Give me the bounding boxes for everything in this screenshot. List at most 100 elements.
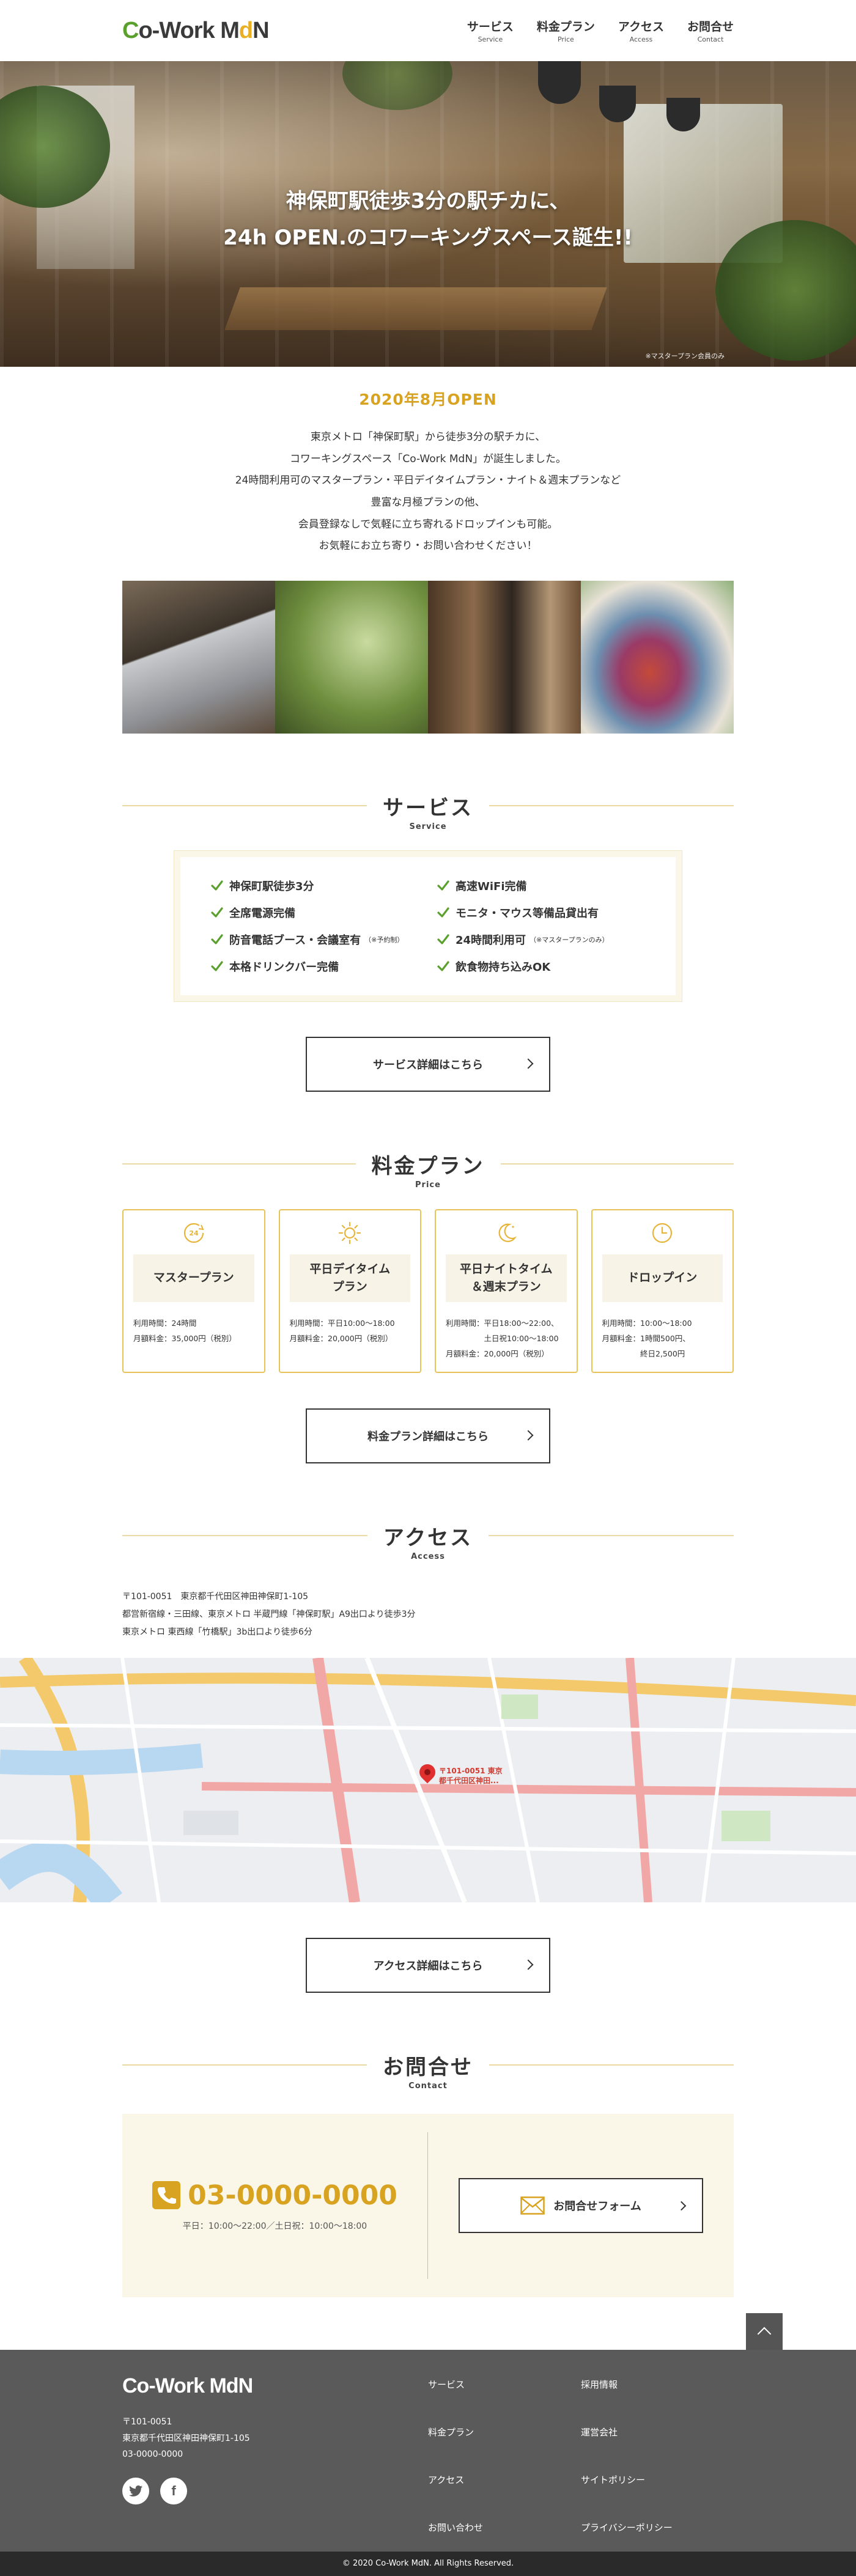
service-item: 24時間利用可 （※マスタープランのみ） [437, 932, 645, 948]
intro-line: お気軽にお立ち寄り・お問い合わせください！ [319, 540, 537, 553]
footer-link[interactable]: お問い合わせ [428, 2521, 581, 2552]
intro-line: 東京メトロ「神保町駅」から徒歩3分の駅チカに、 [310, 431, 546, 443]
address-line: 都営新宿線・三田線、東京メトロ 半蔵門線「神保町駅」A9出口より徒歩3分 [122, 1609, 416, 1619]
footer-tel: 03-0000-0000 [122, 2449, 183, 2460]
plan-detail: 利用時間：10:00〜18:00 月額料金：1時間500円、 終日2,500円 [602, 1319, 692, 1359]
service-item-text: 高速WiFi完備 [456, 880, 527, 894]
logo-text-part: o-Work M [138, 17, 239, 43]
contact-heading-en: Contact [408, 2081, 448, 2091]
service-item: 高速WiFi完備 [437, 878, 645, 894]
contact-form-area: お問合せフォーム [428, 2178, 734, 2234]
contact-section: お問合せ Contact 03-0000-0000 平日：10:00〜22:00… [122, 2050, 734, 2298]
nav-label: お問合せ [687, 20, 734, 34]
map-pin-label-line: 都千代田区神田... [439, 1776, 499, 1785]
service-item: 本格ドリンクバー完備 [211, 959, 419, 974]
check-icon [437, 934, 449, 944]
hero-note: ※マスタープラン会員のみ [645, 352, 725, 360]
plan-card: ドロップイン 利用時間：10:00〜18:00 月額料金：1時間500円、 終日… [591, 1209, 734, 1374]
chevron-right-icon [523, 1058, 534, 1069]
global-nav: サービス Service 料金プラン Price アクセス Access お問合せ Conta… [467, 18, 734, 43]
plan-name-line: ドロップイン [627, 1271, 698, 1285]
open-title: 2020年8月OPEN [359, 391, 497, 408]
photo-interior [428, 581, 581, 734]
sns-links: f [122, 2477, 428, 2504]
contact-form-label: お問合せフォーム [553, 2200, 641, 2214]
intro-line: 豊富な月極プランの他、 [371, 496, 485, 509]
check-icon [211, 907, 223, 918]
access-heading-en: Access [411, 1552, 445, 1562]
nav-label-en: Price [557, 35, 574, 43]
footer-link[interactable]: 運営会社 [581, 2426, 734, 2456]
footer-logo[interactable]: Co-Work MdN [122, 2374, 428, 2398]
check-icon [211, 934, 223, 944]
check-icon [437, 961, 449, 971]
plan-list: 24 マスタープラン 利用時間：24時間 月額料金：35,000円（税別） 平日… [122, 1209, 734, 1374]
footer-links: サービス 採用情報 料金プラン 運営会社 アクセス サイトポリシー お問い合わせ プライバシー… [428, 2374, 734, 2552]
footer-link[interactable]: サービス [428, 2378, 581, 2409]
access-detail-label: アクセス詳細はこちら [373, 1960, 483, 1973]
map-pin-label-line: 〒101-0051 東京 [439, 1767, 503, 1776]
footer-link[interactable]: アクセス [428, 2473, 581, 2504]
site-footer: Co-Work MdN 〒101-0051 東京都千代田区神田神保町1-105 … [0, 2313, 856, 2576]
section-heading: 料金プラン Price [122, 1149, 734, 1190]
nav-item-service[interactable]: サービス Service [467, 18, 514, 43]
service-item-note: （※予約制） [364, 936, 404, 944]
section-heading: お問合せ Contact [122, 2050, 734, 2091]
service-heading: サービス [367, 791, 489, 822]
check-icon [211, 880, 223, 891]
intro-line: 24時間利用可のマスタープラン・平日デイタイムプラン・ナイト＆週末プランなど [235, 474, 621, 487]
access-heading: アクセス [367, 1521, 489, 1551]
photo-plants [275, 581, 428, 734]
facebook-icon[interactable]: f [160, 2477, 187, 2504]
plan-name-line: プラン [332, 1280, 367, 1294]
footer-link[interactable]: サイトポリシー [581, 2473, 734, 2504]
service-item: 飲食物持ち込みOK [437, 959, 645, 974]
access-address: 〒101-0051 東京都千代田区神田神保町1-105 都営新宿線・三田線、東京… [122, 1588, 734, 1641]
service-heading-en: Service [409, 822, 447, 832]
chevron-right-icon [523, 1430, 534, 1441]
chevron-right-icon [676, 2201, 687, 2211]
service-item-note: （※マスタープランのみ） [529, 936, 609, 944]
logo-text-accent: d [238, 17, 253, 43]
sun-icon [339, 1222, 361, 1245]
service-item: モニタ・マウス等備品貸出有 [437, 905, 645, 921]
hero-image: 神保町駅徒歩3分の駅チカに、 24h OPEN.のコワーキングスペース誕生!! … [0, 61, 856, 367]
footer-address-line: 東京都千代田区神田神保町1-105 [122, 2433, 250, 2443]
service-detail-button[interactable]: サービス詳細はこちら [306, 1037, 550, 1092]
footer-link[interactable]: プライバシーポリシー [581, 2521, 734, 2552]
site-logo[interactable]: Co-Work MdN [122, 17, 270, 44]
twitter-icon[interactable] [122, 2477, 149, 2504]
service-item-text: モニタ・マウス等備品貸出有 [456, 907, 599, 921]
service-item: 全席電源完備 [211, 905, 419, 921]
price-detail-label: 料金プラン詳細はこちら [367, 1430, 489, 1444]
24h-icon: 24 [183, 1223, 204, 1243]
access-detail-button[interactable]: アクセス詳細はこちら [306, 1938, 550, 1993]
plan-name-line: ＆週末プラン [471, 1280, 541, 1294]
contact-form-button[interactable]: お問合せフォーム [459, 2178, 703, 2234]
nav-item-access[interactable]: アクセス Access [618, 18, 664, 43]
service-item: 神保町駅徒歩3分 [211, 878, 419, 894]
footer-link[interactable]: 採用情報 [581, 2378, 734, 2409]
logo-c: C [122, 17, 139, 43]
plan-name-line: 平日デイタイム [309, 1262, 391, 1276]
hero-headline: 神保町駅徒歩3分の駅チカに、 24h OPEN.のコワーキングスペース誕生!! [0, 183, 856, 256]
service-item: 防音電話ブース・会議室有 （※予約制） [211, 932, 419, 948]
footer-postal: 〒101-0051 [122, 2417, 172, 2427]
plan-detail: 利用時間：24時間 月額料金：35,000円（税別） [133, 1319, 237, 1344]
access-section: アクセス Access 〒101-0051 東京都千代田区神田神保町1-105 … [0, 1521, 856, 1993]
logo-text: o-Work MdN [138, 17, 269, 43]
phone-number[interactable]: 03-0000-0000 [152, 2180, 397, 2211]
nav-item-contact[interactable]: お問合せ Contact [687, 18, 734, 43]
price-detail-button[interactable]: 料金プラン詳細はこちら [306, 1408, 550, 1464]
footer-link[interactable]: 料金プラン [428, 2426, 581, 2456]
address-line: 東京メトロ 東西線「竹橋駅」3b出口より徒歩6分 [122, 1627, 312, 1637]
contact-heading: お問合せ [367, 2050, 489, 2081]
nav-item-price[interactable]: 料金プラン Price [537, 18, 595, 43]
nav-label: サービス [467, 20, 514, 34]
service-list: 神保町駅徒歩3分 高速WiFi完備全席電源完備 モニタ・マウス等備品貸出有防音電話ブ… [174, 850, 682, 1003]
page-top-button[interactable] [746, 2313, 783, 2350]
nav-label-en: Contact [697, 35, 724, 43]
access-map[interactable]: 〒101-0051 東京 都千代田区神田... [0, 1658, 856, 1903]
nav-label-en: Service [478, 35, 503, 43]
plan-name-line: マスタープラン [153, 1271, 234, 1285]
